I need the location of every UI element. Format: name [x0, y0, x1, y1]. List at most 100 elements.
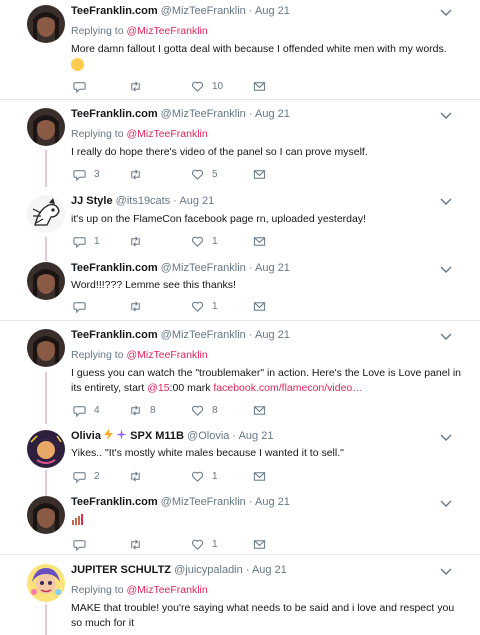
- tweet-text: it's up on the FlameCon facebook page rn…: [71, 213, 367, 225]
- display-name[interactable]: JJ Style: [71, 195, 113, 207]
- direct-message-button[interactable]: [253, 79, 274, 93]
- mention-link[interactable]: @MizTeeFranklin: [126, 584, 207, 596]
- message-icon: [253, 169, 266, 179]
- like-button[interactable]: 5: [191, 167, 218, 181]
- user-handle[interactable]: @MizTeeFranklin: [161, 329, 246, 341]
- reply-icon: [73, 236, 86, 248]
- reply-icon: [73, 81, 86, 93]
- tweet-date[interactable]: Aug 21: [179, 195, 214, 207]
- replying-label: Replying to: [71, 25, 124, 37]
- user-handle[interactable]: @MizTeeFranklin: [161, 262, 246, 274]
- replying-to: Replying to @MizTeeFranklin: [71, 24, 462, 38]
- like-button[interactable]: 1: [191, 537, 218, 551]
- reply-button[interactable]: 1: [73, 234, 100, 248]
- tweet[interactable]: TeeFranklin.com @MizTeeFranklin · Aug 21…: [0, 0, 480, 99]
- retweet-button[interactable]: [129, 299, 150, 313]
- like-icon: [192, 81, 203, 92]
- user-handle[interactable]: @MizTeeFranklin: [161, 108, 246, 120]
- avatar[interactable]: [27, 564, 65, 602]
- tweet-header: JJ Style @its19cats · Aug 21: [71, 194, 462, 209]
- mention-link[interactable]: @MizTeeFranklin: [126, 128, 207, 140]
- avatar[interactable]: [27, 195, 65, 233]
- reply-button[interactable]: 2: [73, 469, 100, 483]
- tweet-date[interactable]: Aug 21: [255, 329, 290, 341]
- mention-link[interactable]: @15: [147, 382, 169, 394]
- avatar[interactable]: [27, 108, 65, 146]
- display-name-extra[interactable]: SPX M11B: [130, 430, 184, 442]
- tweet[interactable]: TeeFranklin.com @MizTeeFranklin · Aug 21: [0, 492, 480, 554]
- like-button[interactable]: 10: [191, 79, 223, 93]
- like-button[interactable]: 1: [191, 234, 218, 248]
- like-button[interactable]: 1: [191, 299, 218, 313]
- like-count: 1: [212, 300, 218, 312]
- separator-dot: ·: [248, 496, 253, 508]
- user-handle[interactable]: @juicypaladin: [174, 564, 243, 576]
- message-icon: [253, 301, 266, 311]
- tweet-text-content: :00 mark: [169, 382, 214, 394]
- display-name[interactable]: JUPITER SCHULTZ: [71, 564, 171, 576]
- reply-button[interactable]: [73, 299, 94, 313]
- avatar[interactable]: [27, 496, 65, 534]
- display-name[interactable]: TeeFranklin.com: [71, 5, 158, 17]
- reply-button[interactable]: 3: [73, 167, 100, 181]
- tweet[interactable]: TeeFranklin.com @MizTeeFranklin · Aug 21…: [0, 100, 480, 187]
- user-handle[interactable]: @Olovia: [187, 430, 229, 442]
- like-count: 8: [212, 404, 218, 416]
- message-icon: [253, 539, 266, 549]
- user-handle[interactable]: @its19cats: [116, 195, 171, 207]
- reply-button[interactable]: [73, 537, 94, 551]
- user-handle[interactable]: @MizTeeFranklin: [161, 5, 246, 17]
- mention-link[interactable]: @MizTeeFranklin: [126, 25, 207, 37]
- separator-dot: ·: [248, 5, 253, 17]
- tweet-actions: 10: [71, 79, 291, 93]
- like-icon: [192, 405, 203, 416]
- user-handle[interactable]: @MizTeeFranklin: [161, 496, 246, 508]
- avatar[interactable]: [27, 430, 65, 468]
- like-icon: [192, 471, 203, 482]
- display-name[interactable]: Olivia: [71, 430, 101, 442]
- direct-message-button[interactable]: [253, 299, 274, 313]
- tweet-header: TeeFranklin.com @MizTeeFranklin · Aug 21: [71, 495, 462, 510]
- tweet-date[interactable]: Aug 21: [255, 108, 290, 120]
- avatar[interactable]: [27, 329, 65, 367]
- reply-button[interactable]: 4: [73, 403, 100, 417]
- retweet-button[interactable]: 8: [129, 403, 156, 417]
- avatar[interactable]: [27, 262, 65, 300]
- tweet-date[interactable]: Aug 21: [252, 564, 287, 576]
- message-icon: [253, 81, 266, 91]
- display-name[interactable]: TeeFranklin.com: [71, 262, 158, 274]
- direct-message-button[interactable]: [253, 403, 274, 417]
- avatar[interactable]: [27, 5, 65, 43]
- direct-message-button[interactable]: [253, 469, 274, 483]
- tweet[interactable]: TeeFranklin.com @MizTeeFranklin · Aug 21…: [0, 321, 480, 424]
- tweet-date[interactable]: Aug 21: [239, 430, 274, 442]
- url-link[interactable]: facebook.com/flamecon/video…: [213, 382, 362, 394]
- display-name[interactable]: TeeFranklin.com: [71, 496, 158, 508]
- retweet-icon: [131, 168, 140, 180]
- tweet[interactable]: Olivia SPX M11B @Olovia · Aug 21 Yikes..…: [0, 424, 480, 492]
- display-name[interactable]: TeeFranklin.com: [71, 329, 158, 341]
- tweet[interactable]: TeeFranklin.com @MizTeeFranklin · Aug 21…: [0, 259, 480, 320]
- retweet-button[interactable]: [129, 79, 150, 93]
- tweet[interactable]: JUPITER SCHULTZ @juicypaladin · Aug 21 R…: [0, 555, 480, 635]
- display-name[interactable]: TeeFranklin.com: [71, 108, 158, 120]
- message-icon: [253, 471, 266, 481]
- reply-button[interactable]: [73, 79, 94, 93]
- direct-message-button[interactable]: [253, 167, 274, 181]
- retweet-button[interactable]: [129, 537, 150, 551]
- direct-message-button[interactable]: [253, 537, 274, 551]
- retweet-button[interactable]: [129, 167, 150, 181]
- retweet-button[interactable]: [129, 469, 150, 483]
- mention-link[interactable]: @MizTeeFranklin: [126, 349, 207, 361]
- tweet-date[interactable]: Aug 21: [255, 262, 290, 274]
- like-button[interactable]: 1: [191, 469, 218, 483]
- tweet-text: I really do hope there's video of the pa…: [71, 146, 368, 158]
- replying-to: Replying to @MizTeeFranklin: [71, 583, 462, 597]
- tweet-date[interactable]: Aug 21: [255, 496, 290, 508]
- retweet-count: 8: [150, 404, 156, 416]
- direct-message-button[interactable]: [253, 234, 274, 248]
- tweet-date[interactable]: Aug 21: [255, 5, 290, 17]
- retweet-button[interactable]: [129, 234, 150, 248]
- tweet[interactable]: JJ Style @its19cats · Aug 21 it's up on …: [0, 188, 480, 258]
- like-button[interactable]: 8: [191, 403, 218, 417]
